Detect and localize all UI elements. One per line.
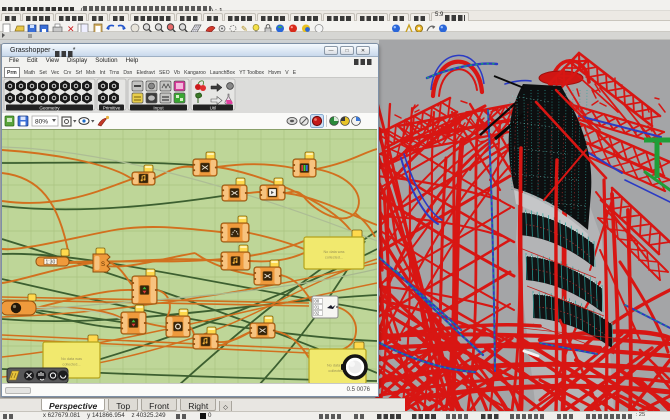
svg-text:Util: Util — [210, 106, 217, 111]
svg-text:collected...: collected... — [325, 256, 343, 260]
svg-text:00: 00 — [315, 299, 320, 304]
svg-text:collected...: collected... — [62, 363, 80, 367]
svg-text:No data was: No data was — [323, 250, 344, 254]
svg-text:Input: Input — [153, 106, 164, 111]
svg-text:Primitive: Primitive — [103, 106, 121, 111]
svg-text:02: 02 — [315, 311, 320, 316]
svg-text:No data was: No data was — [61, 357, 82, 361]
svg-text:80%: 80% — [35, 119, 48, 126]
svg-text:01: 01 — [315, 305, 320, 310]
svg-text:S: S — [101, 262, 105, 268]
svg-text:1:30: 1:30 — [46, 260, 56, 266]
svg-text:Geometry: Geometry — [39, 106, 60, 111]
